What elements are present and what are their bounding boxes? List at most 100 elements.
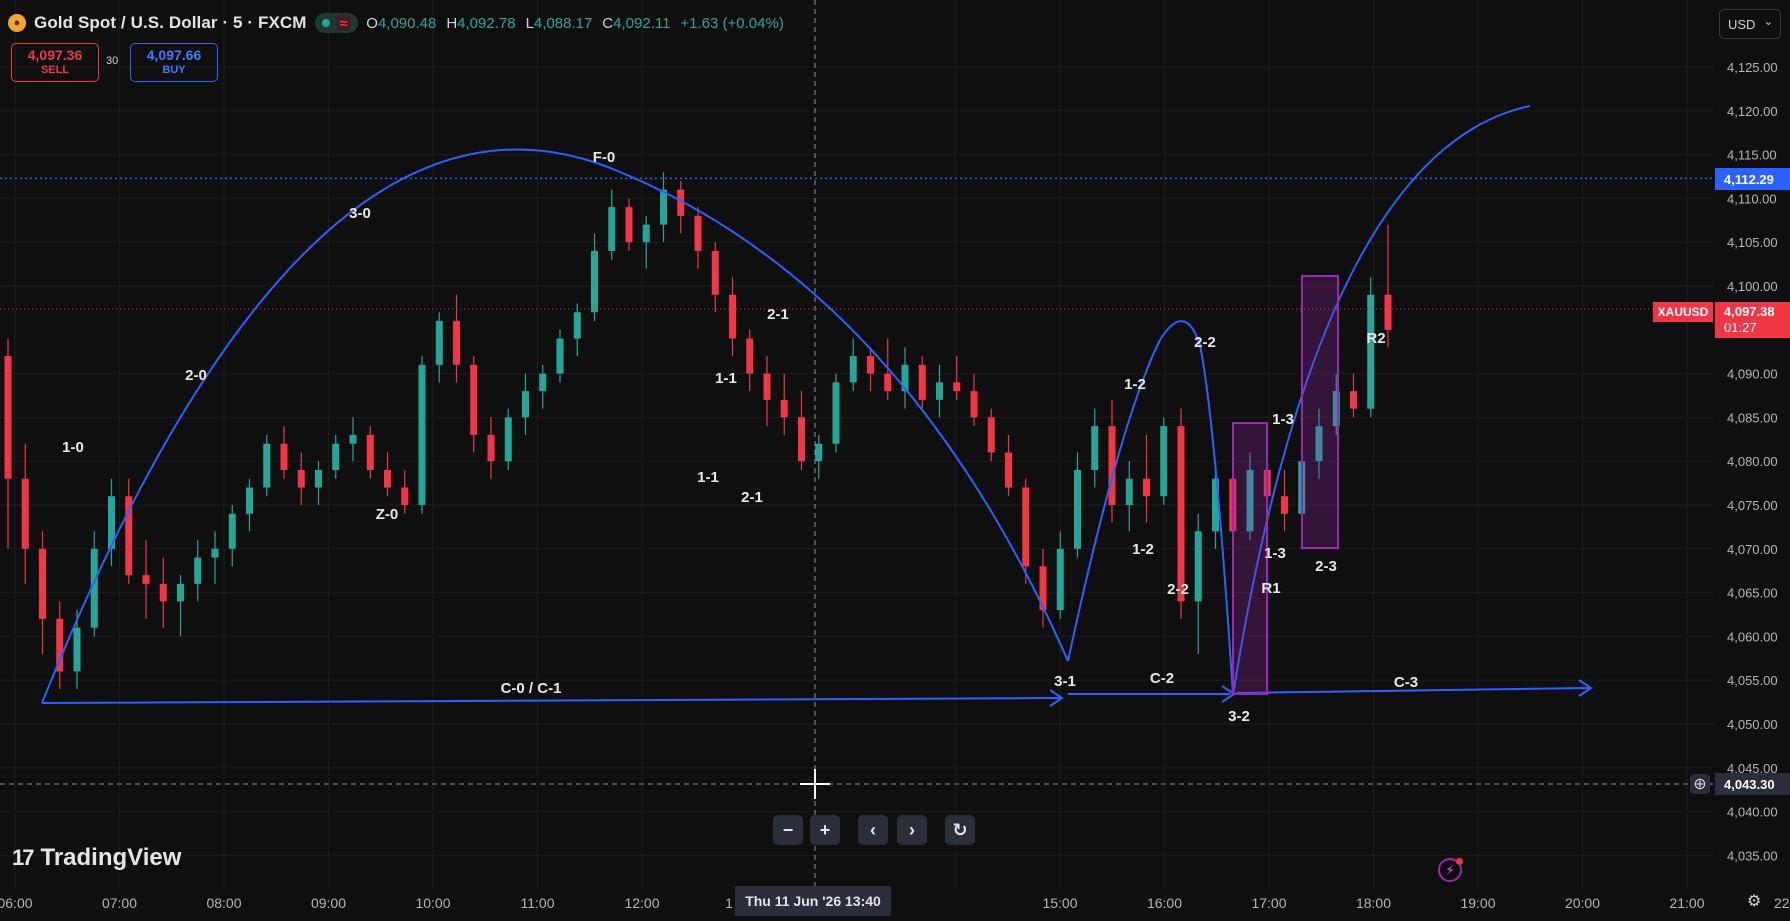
chart-drawings xyxy=(41,105,1593,707)
zoom-out-button[interactable]: − xyxy=(773,815,803,845)
candle-body xyxy=(349,434,357,444)
symbol-title[interactable]: Gold Spot / U.S. Dollar · 5 · FXCM xyxy=(34,13,307,33)
buy-price: 4,097.66 xyxy=(146,46,202,63)
candle-body xyxy=(401,487,409,505)
candle-body xyxy=(953,382,961,392)
price-tick-label: 4,050.00 xyxy=(1727,717,1778,732)
label-2-1-bottom: 2-1 xyxy=(741,489,763,506)
ohlc-high: 4,092.78 xyxy=(457,14,516,32)
time-tick-label: 06:00 xyxy=(0,895,33,911)
crosshair-cursor-icon xyxy=(800,769,830,799)
time-tick-label: 12:00 xyxy=(624,895,659,911)
candle xyxy=(470,356,478,453)
candle-body xyxy=(315,469,322,488)
candle xyxy=(1160,417,1168,505)
symbol-header: ● Gold Spot / U.S. Dollar · 5 · FXCM ≈ O… xyxy=(8,10,784,36)
last-price-tag: 4,097.38 01:27 xyxy=(1715,302,1790,338)
candle-body xyxy=(884,373,892,392)
market-status[interactable]: ≈ xyxy=(314,13,359,33)
sell-button[interactable]: 4,097.36 SELL xyxy=(11,43,99,82)
candle-body xyxy=(660,189,667,225)
price-tick-label: 4,115.00 xyxy=(1727,148,1777,163)
label-3-0: 3-0 xyxy=(349,205,371,222)
price-tick-label: 4,110.00 xyxy=(1727,191,1777,206)
label-r1: R1 xyxy=(1261,580,1280,597)
ohlc-l-label: L xyxy=(525,14,534,32)
price-tick-label: 4,080.00 xyxy=(1727,454,1778,469)
candle xyxy=(694,207,702,269)
candle-body xyxy=(780,399,788,418)
ray-c0[interactable] xyxy=(41,697,1061,704)
candle xyxy=(677,180,685,234)
candle xyxy=(228,505,236,567)
arc-wave-0[interactable] xyxy=(41,148,1069,704)
price-tick-label: 4,075.00 xyxy=(1727,498,1778,513)
time-axis[interactable]: 06:00 07:00 08:00 09:00 10:00 11:00 12:00 1 15:0… xyxy=(0,895,1790,911)
candle-body xyxy=(418,364,426,505)
candle-body xyxy=(435,321,443,365)
candle xyxy=(366,426,374,479)
scroll-left-button[interactable]: ‹ xyxy=(858,815,888,845)
candle-body xyxy=(470,364,478,435)
ohlc-readout: O4,090.48 H4,092.78 L4,088.17 C4,092.11 … xyxy=(366,15,784,32)
time-tick-label: 15:00 xyxy=(1042,895,1077,911)
candle-body xyxy=(142,575,150,584)
lightning-icon[interactable]: ⚡ xyxy=(1438,858,1463,882)
time-tick-label: 19:00 xyxy=(1460,895,1495,911)
spread-value: 30 xyxy=(106,55,119,67)
candle xyxy=(349,417,357,462)
gold-coin-icon: ● xyxy=(8,14,26,32)
candle-body xyxy=(366,434,374,470)
candle xyxy=(297,452,305,505)
label-c-3: C-3 xyxy=(1394,674,1418,691)
candle xyxy=(1091,408,1099,488)
chevron-down-icon: ⌄ xyxy=(1763,16,1773,28)
box-r1[interactable] xyxy=(1232,422,1268,695)
candle-body xyxy=(815,443,823,462)
currency-select[interactable]: USD ⌄ xyxy=(1719,9,1781,39)
zoom-in-button[interactable]: + xyxy=(810,815,840,845)
currency-label: USD xyxy=(1728,16,1756,32)
label-1-2-bottom: 1-2 xyxy=(1132,541,1154,558)
candle-body xyxy=(280,443,288,470)
candle-body xyxy=(246,487,253,514)
candle xyxy=(280,426,288,479)
candlestick-series xyxy=(4,172,1392,689)
blue-line-price-tag[interactable]: 4,112.29 xyxy=(1715,168,1790,190)
candle xyxy=(4,338,12,549)
arc-wave-2[interactable] xyxy=(1067,320,1234,696)
candle xyxy=(108,478,115,567)
label-2-0: 2-0 xyxy=(185,367,207,384)
candle xyxy=(1350,373,1357,418)
buy-button[interactable]: 4,097.66 BUY xyxy=(130,43,218,82)
crosshair-price-tag: 4,043.30 xyxy=(1715,773,1790,795)
candle xyxy=(21,443,29,584)
candle-body xyxy=(573,312,581,339)
arc-wave-3[interactable] xyxy=(1232,105,1531,696)
price-chart[interactable]: 1-0 2-0 3-0 Z-0 F-0 2-1 1-1 1-1 2-1 1-2 … xyxy=(0,0,1790,921)
time-tick-label: 11:00 xyxy=(521,895,555,911)
candle-body xyxy=(1350,391,1357,409)
candle xyxy=(849,338,857,392)
candle xyxy=(625,198,633,251)
candle-body xyxy=(556,338,564,374)
label-c0-c1: C-0 / C-1 xyxy=(501,680,562,697)
price-tick-label: 4,060.00 xyxy=(1727,629,1778,644)
candle xyxy=(1143,434,1150,523)
add-alert-plus-icon[interactable]: ⊕ xyxy=(1690,774,1710,794)
box-r2[interactable] xyxy=(1301,275,1339,549)
time-tick-label: 18:00 xyxy=(1356,895,1391,911)
candle xyxy=(987,408,995,462)
candle xyxy=(1367,277,1375,418)
ohlc-c-label: C xyxy=(602,14,614,32)
candle xyxy=(1281,469,1288,532)
candle xyxy=(798,391,805,470)
scroll-right-button[interactable]: › xyxy=(897,815,927,845)
settings-gear-icon[interactable]: ⚙ xyxy=(1747,891,1761,911)
time-tick-label: 21:00 xyxy=(1669,895,1704,911)
reset-chart-button[interactable]: ↻ xyxy=(945,815,975,845)
tradingview-logo[interactable]: 17 TradingView xyxy=(12,844,181,872)
candle xyxy=(435,312,443,383)
label-2-2-top: 2-2 xyxy=(1194,334,1216,351)
candle xyxy=(1039,548,1047,628)
